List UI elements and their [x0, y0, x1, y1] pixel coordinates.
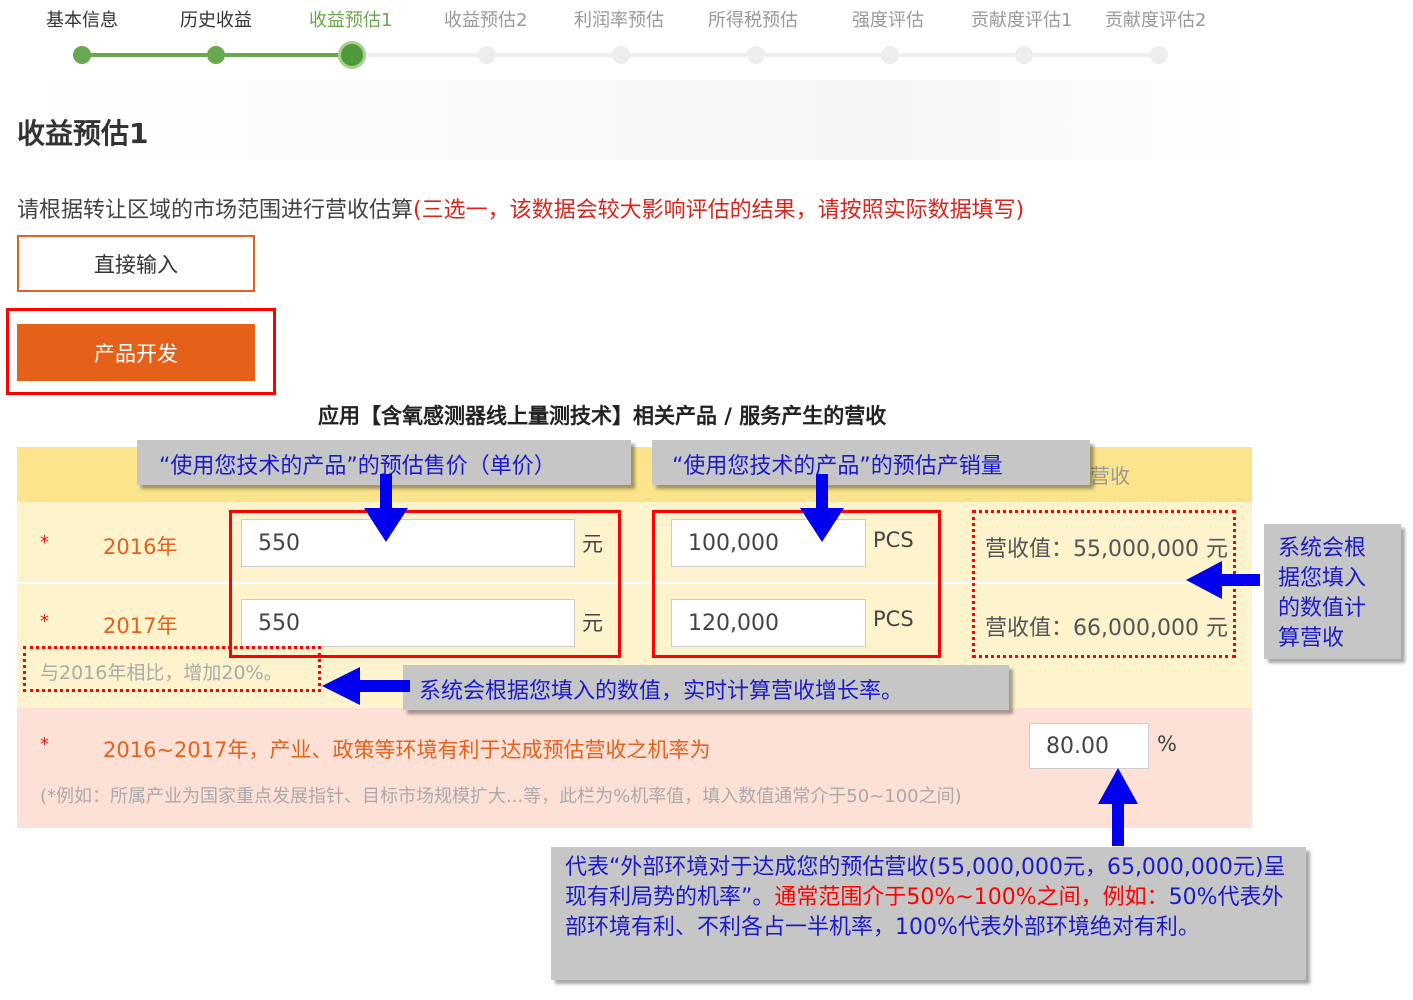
step-dot-todo [1015, 46, 1033, 64]
step-strength[interactable]: 强度评估 [852, 6, 924, 32]
growth-callout-text: 系统会根据您填入的数值，实时计算营收增长率。 [419, 679, 904, 704]
required-mark: * [40, 611, 49, 632]
step-dot-done [207, 46, 225, 64]
step-contribution-1[interactable]: 贡献度评估1 [971, 6, 1072, 32]
revenue-callout-line: 的数值计 [1278, 596, 1367, 621]
step-dot-todo [881, 46, 899, 64]
step-revenue-estimate-1[interactable]: 收益预估1 [309, 6, 392, 32]
probability-input[interactable]: 80.00 [1029, 723, 1149, 769]
down-arrow-icon [364, 474, 408, 542]
revenue-callout-line: 系统会根 [1278, 536, 1367, 561]
price-highlight-box [229, 510, 621, 658]
step-basic-info[interactable]: 基本信息 [46, 6, 118, 32]
step-dot-done [73, 46, 91, 64]
required-mark: * [40, 532, 49, 553]
step-dot-todo [478, 46, 496, 64]
volume-highlight-box [652, 510, 941, 658]
growth-highlight-box [23, 646, 321, 692]
direct-input-button[interactable]: 直接输入 [17, 235, 255, 292]
left-arrow-icon [322, 667, 410, 705]
left-arrow-icon [1186, 561, 1260, 599]
product-development-button[interactable]: 产品开发 [17, 324, 255, 381]
up-arrow-icon [1098, 768, 1138, 846]
description-warning: (三选一，该数据会较大影响评估的结果，请按照实际数据填写) [413, 198, 1025, 223]
step-dot-active [338, 41, 366, 69]
revenue-column-header: 营收 [1090, 464, 1130, 488]
growth-callout: 系统会根据您填入的数值，实时计算营收增长率。 [403, 665, 1009, 710]
step-income-tax[interactable]: 所得税预估 [708, 6, 798, 32]
probability-callout: 代表“外部环境对于达成您的预估营收(55,000,000元，65,000,000… [551, 847, 1306, 980]
probability-hint: (*例如：所属产业为国家重点发展指针、目标市场规模扩大...等，此栏为%机率值，… [40, 786, 962, 807]
revenue-callout-line: 算营收 [1278, 626, 1345, 651]
description-text: 请根据转让区域的市场范围进行营收估算 [17, 198, 414, 223]
revenue-callout-line: 据您填入 [1278, 566, 1367, 591]
page-title: 收益预估1 [17, 117, 149, 150]
probability-label: 2016~2017年，产业、政策等环境有利于达成预估营收之机率为 [103, 738, 711, 762]
revenue-callout: 系统会根 据您填入 的数值计 算营收 [1264, 524, 1401, 659]
stepper-background [15, 80, 1255, 160]
step-dot-todo [747, 46, 765, 64]
price-callout-text: “使用您技术的产品”的预估售价（单价） [159, 454, 556, 479]
down-arrow-icon [800, 474, 844, 542]
year-label: 2017年 [103, 614, 178, 638]
percent-unit: % [1157, 732, 1177, 756]
probability-callout-part2: 通常范围介于50%~100%之间，例如： [774, 885, 1169, 910]
required-mark: * [40, 734, 49, 755]
step-contribution-2[interactable]: 贡献度评估2 [1105, 6, 1206, 32]
page-description: 请根据转让区域的市场范围进行营收估算(三选一，该数据会较大影响评估的结果，请按照… [17, 192, 1024, 224]
section-title: 应用【含氧感测器线上量测技术】相关产品 / 服务产生的营收 [318, 404, 887, 428]
step-profit-margin[interactable]: 利润率预估 [574, 6, 664, 32]
step-history-revenue[interactable]: 历史收益 [180, 6, 252, 32]
step-dot-todo [612, 46, 630, 64]
year-label: 2016年 [103, 535, 178, 559]
step-revenue-estimate-2[interactable]: 收益预估2 [444, 6, 527, 32]
step-dot-todo [1150, 46, 1168, 64]
volume-callout: “使用您技术的产品”的预估产销量 [652, 440, 1090, 485]
